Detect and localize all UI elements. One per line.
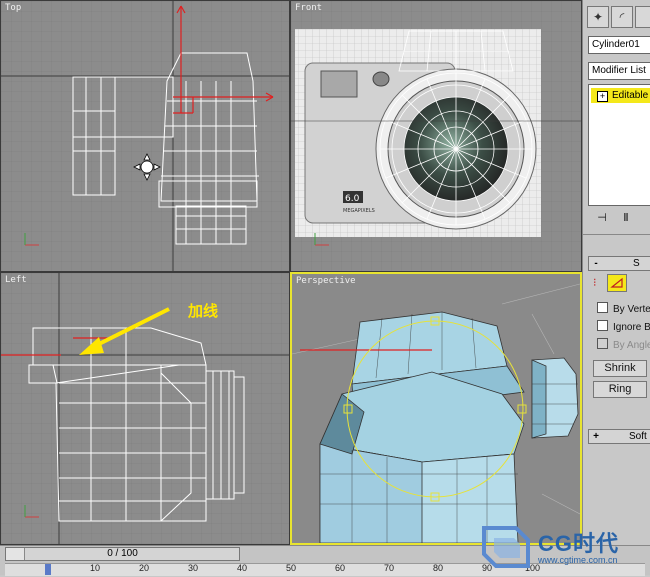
frame-marker[interactable]: [45, 564, 51, 575]
frame-counter: 0 / 100: [107, 548, 138, 559]
ignore-backfacing-checkbox[interactable]: Ignore B: [597, 320, 650, 333]
by-vertex-checkbox[interactable]: By Verte: [597, 302, 650, 315]
command-panel: ✦ ◜ Cylinder01 Modifier List +Editable P…: [582, 0, 650, 545]
edge-subobject-button[interactable]: [607, 274, 627, 292]
ruler-tick: 10: [90, 563, 101, 573]
viewport-front[interactable]: Front 6.0 MEGAPIXELS: [290, 0, 582, 272]
shrink-button[interactable]: Shrink: [593, 360, 647, 377]
modify-tab[interactable]: ◜: [611, 6, 633, 28]
object-name-field[interactable]: Cylinder01: [588, 36, 650, 54]
watermark-text: CG时代: [538, 531, 620, 556]
ruler-tick: 40: [237, 563, 248, 573]
perspective-view-model: [292, 274, 580, 543]
viewport-label-top[interactable]: Top: [5, 3, 21, 13]
create-tab[interactable]: ✦: [587, 6, 609, 28]
stack-item-editable-poly[interactable]: +Editable P: [591, 88, 650, 103]
viewport-left[interactable]: Left: [0, 272, 290, 545]
viewport-perspective[interactable]: Perspective: [290, 272, 582, 545]
viewport-label-perspective[interactable]: Perspective: [296, 276, 356, 286]
ring-button[interactable]: Ring: [593, 381, 647, 398]
viewport-top[interactable]: Top: [0, 0, 290, 272]
soft-selection-rollout-header[interactable]: + Soft: [588, 429, 650, 444]
cgtime-watermark: CG时代 www.cgtime.com.cn: [476, 520, 646, 572]
megapixel-caption: MEGAPIXELS: [343, 208, 375, 214]
selection-rollout-header[interactable]: -S: [588, 256, 650, 271]
hierarchy-tab[interactable]: [635, 6, 650, 28]
watermark-url: www.cgtime.com.cn: [538, 555, 618, 565]
expand-icon[interactable]: +: [597, 91, 608, 102]
show-end-result-button[interactable]: Ⅱ: [617, 210, 635, 228]
ruler-tick: 20: [139, 563, 150, 573]
modifier-stack[interactable]: +Editable P: [588, 84, 650, 206]
top-view-wireframe: [1, 1, 289, 271]
cgtime-logo-icon: [482, 526, 530, 568]
front-view-reference: 6.0 MEGAPIXELS: [291, 1, 581, 271]
edge-icon: [610, 277, 623, 288]
left-view-wireframe: [1, 273, 289, 544]
annotation-add-edge: 加线: [188, 302, 219, 320]
divider: [583, 234, 650, 235]
time-slider[interactable]: 0 / 100: [5, 547, 240, 561]
ruler-tick: 80: [433, 563, 444, 573]
pin-stack-button[interactable]: ⊣: [593, 210, 611, 228]
ruler-tick: 70: [384, 563, 395, 573]
vertex-subobject-icon[interactable]: ⁝: [593, 276, 597, 289]
ruler-tick: 60: [335, 563, 346, 573]
modifier-list-dropdown[interactable]: Modifier List: [588, 62, 650, 80]
viewport-label-front[interactable]: Front: [295, 3, 322, 13]
ruler-tick: 50: [286, 563, 297, 573]
ruler-tick: 30: [188, 563, 199, 573]
megapixel-badge: 6.0: [345, 194, 360, 204]
viewport-label-left[interactable]: Left: [5, 275, 27, 285]
by-angle-checkbox[interactable]: By Angle: [597, 338, 650, 351]
